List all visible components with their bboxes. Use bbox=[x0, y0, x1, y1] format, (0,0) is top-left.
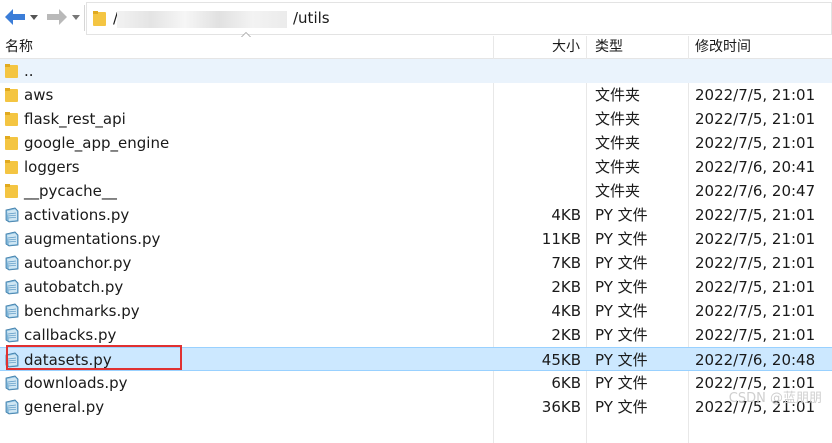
file-type: PY 文件 bbox=[595, 351, 648, 369]
column-modified[interactable]: 修改时间 bbox=[695, 36, 751, 58]
file-row[interactable]: datasets.py 45KB PY 文件 2022/7/6, 20:48 bbox=[0, 347, 832, 371]
python-file-icon bbox=[5, 255, 19, 271]
file-row[interactable]: google_app_engine 文件夹 2022/7/5, 21:01 bbox=[0, 131, 832, 155]
file-size: 2KB bbox=[551, 278, 581, 296]
file-type: PY 文件 bbox=[595, 230, 648, 248]
file-modified: 2022/7/6, 20:47 bbox=[695, 182, 816, 200]
file-size: 36KB bbox=[541, 398, 581, 416]
file-row[interactable]: loggers 文件夹 2022/7/6, 20:41 bbox=[0, 155, 832, 179]
file-modified: 2022/7/5, 21:01 bbox=[695, 134, 816, 152]
file-size: 6KB bbox=[551, 374, 581, 392]
file-type: 文件夹 bbox=[595, 134, 641, 152]
file-name: google_app_engine bbox=[24, 134, 170, 152]
toolbar-divider bbox=[84, 5, 85, 31]
python-file-icon bbox=[5, 327, 19, 343]
sort-ascending-icon bbox=[241, 32, 251, 37]
file-modified: 2022/7/5, 21:01 bbox=[695, 302, 816, 320]
file-type: PY 文件 bbox=[595, 374, 648, 392]
file-modified: 2022/7/5, 21:01 bbox=[695, 230, 816, 248]
file-row[interactable]: autobatch.py 2KB PY 文件 2022/7/5, 21:01 bbox=[0, 275, 832, 299]
file-row[interactable]: callbacks.py 2KB PY 文件 2022/7/5, 21:01 bbox=[0, 323, 832, 347]
parent-directory-row[interactable]: .. bbox=[0, 59, 832, 83]
file-type: PY 文件 bbox=[595, 206, 648, 224]
file-row[interactable]: general.py 36KB PY 文件 2022/7/5, 21:01 bbox=[0, 395, 832, 419]
folder-icon bbox=[5, 112, 18, 126]
file-name: flask_rest_api bbox=[24, 110, 126, 128]
file-name: general.py bbox=[24, 398, 105, 416]
folder-icon bbox=[93, 11, 106, 26]
file-size: 11KB bbox=[541, 230, 581, 248]
file-modified: 2022/7/5, 21:01 bbox=[695, 326, 816, 344]
python-file-icon bbox=[5, 231, 19, 247]
arrow-right-icon bbox=[47, 9, 67, 25]
file-size: 45KB bbox=[541, 351, 581, 369]
file-name: datasets.py bbox=[24, 351, 112, 369]
file-row[interactable]: flask_rest_api 文件夹 2022/7/5, 21:01 bbox=[0, 107, 832, 131]
file-row[interactable]: benchmarks.py 4KB PY 文件 2022/7/5, 21:01 bbox=[0, 299, 832, 323]
file-modified: 2022/7/6, 20:48 bbox=[695, 351, 816, 369]
python-file-icon bbox=[5, 279, 19, 295]
python-file-icon bbox=[5, 375, 19, 391]
python-file-icon bbox=[5, 303, 19, 319]
folder-icon bbox=[5, 88, 18, 102]
file-type: 文件夹 bbox=[595, 158, 641, 176]
file-type: PY 文件 bbox=[595, 326, 648, 344]
file-name: __pycache__ bbox=[24, 182, 117, 200]
file-type: 文件夹 bbox=[595, 86, 641, 104]
file-type: PY 文件 bbox=[595, 278, 648, 296]
column-size[interactable]: 大小 bbox=[552, 36, 580, 58]
file-type: 文件夹 bbox=[595, 182, 641, 200]
forward-button[interactable] bbox=[44, 6, 82, 28]
column-type[interactable]: 类型 bbox=[595, 36, 623, 58]
file-name: augmentations.py bbox=[24, 230, 161, 248]
back-button[interactable] bbox=[2, 6, 40, 28]
path-suffix: /utils bbox=[293, 9, 330, 27]
file-size: 4KB bbox=[551, 206, 581, 224]
file-row[interactable]: __pycache__ 文件夹 2022/7/6, 20:47 bbox=[0, 179, 832, 203]
folder-icon bbox=[5, 160, 18, 174]
file-name: callbacks.py bbox=[24, 326, 117, 344]
folder-icon bbox=[5, 184, 18, 198]
arrow-left-icon bbox=[5, 9, 25, 25]
file-name: autoanchor.py bbox=[24, 254, 132, 272]
file-name: .. bbox=[24, 62, 34, 80]
file-modified: 2022/7/5, 21:01 bbox=[695, 110, 816, 128]
file-modified: 2022/7/5, 21:01 bbox=[695, 206, 816, 224]
file-modified: 2022/7/5, 21:01 bbox=[695, 278, 816, 296]
folder-icon bbox=[5, 136, 18, 150]
python-file-icon bbox=[5, 399, 19, 415]
file-name: downloads.py bbox=[24, 374, 128, 392]
file-size: 4KB bbox=[551, 302, 581, 320]
column-header: 名称 大小 类型 修改时间 bbox=[0, 32, 832, 59]
folder-icon bbox=[5, 64, 18, 78]
file-name: benchmarks.py bbox=[24, 302, 140, 320]
file-row[interactable]: downloads.py 6KB PY 文件 2022/7/5, 21:01 bbox=[0, 371, 832, 395]
file-row[interactable]: autoanchor.py 7KB PY 文件 2022/7/5, 21:01 bbox=[0, 251, 832, 275]
column-name[interactable]: 名称 bbox=[5, 36, 33, 58]
redacted-path bbox=[117, 11, 287, 28]
address-bar[interactable]: / /utils bbox=[86, 2, 832, 35]
toolbar: / /utils bbox=[0, 0, 832, 37]
file-size: 7KB bbox=[551, 254, 581, 272]
file-modified: 2022/7/5, 21:01 bbox=[695, 86, 816, 104]
file-type: PY 文件 bbox=[595, 398, 648, 416]
file-row[interactable]: augmentations.py 11KB PY 文件 2022/7/5, 21:01 bbox=[0, 227, 832, 251]
python-file-icon bbox=[5, 207, 19, 223]
file-size: 2KB bbox=[551, 326, 581, 344]
file-name: activations.py bbox=[24, 206, 130, 224]
watermark: CSDN @蓝朋朋 bbox=[728, 391, 822, 406]
file-name: autobatch.py bbox=[24, 278, 124, 296]
file-name: aws bbox=[24, 86, 54, 104]
file-row[interactable]: activations.py 4KB PY 文件 2022/7/5, 21:01 bbox=[0, 203, 832, 227]
file-name: loggers bbox=[24, 158, 80, 176]
python-file-icon bbox=[5, 352, 19, 368]
chevron-down-icon[interactable] bbox=[30, 15, 38, 20]
file-type: PY 文件 bbox=[595, 302, 648, 320]
file-type: PY 文件 bbox=[595, 254, 648, 272]
file-row[interactable]: aws 文件夹 2022/7/5, 21:01 bbox=[0, 83, 832, 107]
chevron-down-icon[interactable] bbox=[72, 15, 80, 20]
file-type: 文件夹 bbox=[595, 110, 641, 128]
file-modified: 2022/7/6, 20:41 bbox=[695, 158, 816, 176]
file-modified: 2022/7/5, 21:01 bbox=[695, 254, 816, 272]
